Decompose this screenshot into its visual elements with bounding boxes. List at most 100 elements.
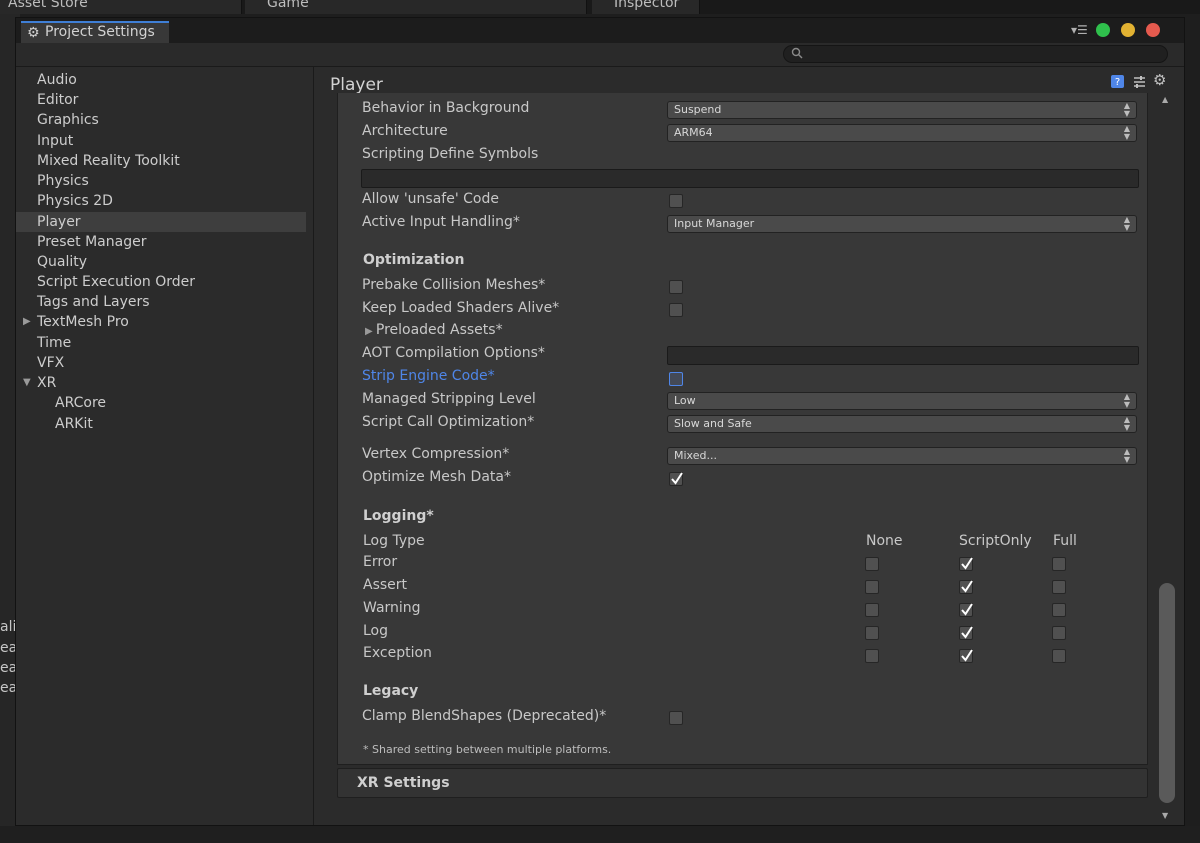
checkmark-icon	[961, 626, 973, 639]
prebake-collision-meshes-label: Prebake Collision Meshes*	[362, 277, 546, 293]
triangle-right-icon[interactable]: ▶	[23, 312, 31, 332]
exception-scriptonly-checkbox[interactable]	[959, 649, 973, 663]
sidebar-item-label: Editor	[37, 92, 79, 108]
sidebar-item-player[interactable]: Player	[16, 212, 306, 232]
vertex-compression-dropdown[interactable]: Mixed... ▲ ▼	[667, 447, 1137, 465]
aot-compilation-options-field[interactable]	[667, 346, 1139, 365]
preloaded-assets-label: Preloaded Assets*	[375, 322, 503, 338]
managed-stripping-level-label: Managed Stripping Level	[362, 391, 536, 407]
dropdown-arrows-icon: ▲ ▼	[1123, 447, 1130, 464]
sidebar-item-physics[interactable]: Physics	[16, 171, 306, 191]
xr-settings-section[interactable]: XR Settings	[337, 768, 1148, 798]
sidebar-item-quality[interactable]: Quality	[16, 252, 306, 272]
dropdown-value: Mixed...	[674, 449, 717, 462]
sidebar-item-physics-2d[interactable]: Physics 2D	[16, 191, 306, 211]
error-full-checkbox[interactable]	[1052, 557, 1066, 571]
dropdown-value: Input Manager	[674, 217, 755, 230]
scroll-down-icon[interactable]: ▼	[1162, 811, 1168, 820]
log-row-exception-label: Exception	[363, 645, 432, 661]
error-none-checkbox[interactable]	[865, 557, 879, 571]
settings-gear-icon: ⚙	[27, 25, 40, 41]
clamp-blendshapes-label: Clamp BlendShapes (Deprecated)*	[362, 708, 607, 724]
help-book-icon[interactable]: ?	[1110, 74, 1125, 89]
keep-loaded-shaders-checkbox[interactable]	[669, 303, 683, 317]
sidebar-item-label: Audio	[37, 72, 77, 88]
exception-full-checkbox[interactable]	[1052, 649, 1066, 663]
sidebar-item-label: ARKit	[55, 416, 93, 432]
maximize-button[interactable]	[1096, 23, 1110, 37]
column-header-full: Full	[1053, 533, 1077, 549]
settings-sidebar: Audio Editor Graphics Input Mixed Realit…	[16, 67, 314, 825]
sidebar-item-graphics[interactable]: Graphics	[16, 110, 306, 130]
exception-none-checkbox[interactable]	[865, 649, 879, 663]
strip-engine-code-checkbox[interactable]	[669, 372, 683, 386]
error-scriptonly-checkbox[interactable]	[959, 557, 973, 571]
log-full-checkbox[interactable]	[1052, 626, 1066, 640]
dropdown-value: Slow and Safe	[674, 417, 752, 430]
managed-stripping-level-dropdown[interactable]: Low ▲ ▼	[667, 392, 1137, 410]
warning-none-checkbox[interactable]	[865, 603, 879, 617]
sidebar-item-arcore[interactable]: ARCore	[16, 393, 306, 413]
scrollbar-thumb[interactable]	[1159, 583, 1175, 803]
triangle-down-icon[interactable]: ▼	[23, 373, 31, 393]
optimize-mesh-data-checkbox[interactable]	[669, 472, 683, 486]
assert-scriptonly-checkbox[interactable]	[959, 580, 973, 594]
legacy-heading: Legacy	[363, 683, 419, 699]
sidebar-item-preset-manager[interactable]: Preset Manager	[16, 232, 306, 252]
sidebar-item-editor[interactable]: Editor	[16, 90, 306, 110]
minimize-button[interactable]	[1121, 23, 1135, 37]
settings-cog-icon[interactable]: ⚙	[1153, 71, 1166, 89]
checkmark-icon	[961, 603, 973, 616]
window-menu-icon[interactable]: ▾☰	[1071, 23, 1088, 37]
sidebar-item-label: Tags and Layers	[37, 294, 150, 310]
log-none-checkbox[interactable]	[865, 626, 879, 640]
prebake-collision-meshes-checkbox[interactable]	[669, 280, 683, 294]
sidebar-item-tags-and-layers[interactable]: Tags and Layers	[16, 292, 306, 312]
presets-sliders-icon[interactable]	[1132, 74, 1147, 89]
sidebar-item-xr[interactable]: ▼ XR	[16, 373, 306, 393]
log-row-log-label: Log	[363, 623, 389, 639]
background-text: ali	[0, 619, 17, 635]
project-settings-tab[interactable]: ⚙ Project Settings	[21, 21, 169, 43]
sidebar-item-mixed-reality-toolkit[interactable]: Mixed Reality Toolkit	[16, 151, 306, 171]
project-settings-window: ⚙ Project Settings ▾☰ Audio Editor Graph…	[15, 17, 1185, 826]
settings-search-input[interactable]	[783, 45, 1168, 63]
sidebar-item-arkit[interactable]: ARKit	[16, 414, 306, 434]
script-call-optimization-label: Script Call Optimization*	[362, 414, 535, 430]
optimize-mesh-data-label: Optimize Mesh Data*	[362, 469, 511, 485]
architecture-label: Architecture	[362, 123, 448, 139]
assert-full-checkbox[interactable]	[1052, 580, 1066, 594]
inspector-tab-label: Inspector	[614, 0, 680, 11]
allow-unsafe-code-checkbox[interactable]	[669, 194, 683, 208]
architecture-dropdown[interactable]: ARM64 ▲ ▼	[667, 124, 1137, 142]
behavior-in-background-dropdown[interactable]: Suspend ▲ ▼	[667, 101, 1137, 119]
sidebar-item-textmesh-pro[interactable]: ▶ TextMesh Pro	[16, 312, 306, 332]
sidebar-item-audio[interactable]: Audio	[16, 70, 306, 90]
vertex-compression-label: Vertex Compression*	[362, 446, 510, 462]
aot-compilation-options-label: AOT Compilation Options*	[362, 345, 545, 361]
log-type-label: Log Type	[363, 533, 425, 549]
sidebar-item-vfx[interactable]: VFX	[16, 353, 306, 373]
dropdown-value: ARM64	[674, 126, 713, 139]
scroll-up-icon[interactable]: ▲	[1162, 95, 1168, 104]
assert-none-checkbox[interactable]	[865, 580, 879, 594]
sidebar-item-input[interactable]: Input	[16, 131, 306, 151]
asset-store-tab[interactable]: Asset Store	[0, 0, 242, 14]
warning-full-checkbox[interactable]	[1052, 603, 1066, 617]
log-scriptonly-checkbox[interactable]	[959, 626, 973, 640]
dropdown-value: Low	[674, 394, 696, 407]
sidebar-item-script-execution-order[interactable]: Script Execution Order	[16, 272, 306, 292]
warning-scriptonly-checkbox[interactable]	[959, 603, 973, 617]
active-input-handling-dropdown[interactable]: Input Manager ▲ ▼	[667, 215, 1137, 233]
script-call-optimization-dropdown[interactable]: Slow and Safe ▲ ▼	[667, 415, 1137, 433]
xr-settings-label: XR Settings	[357, 775, 450, 791]
game-tab[interactable]: Game	[245, 0, 587, 14]
content-scrollbar[interactable]: ▲ ▼	[1158, 93, 1176, 823]
triangle-right-icon: ▶	[365, 326, 376, 337]
scripting-define-symbols-field[interactable]	[361, 169, 1139, 188]
close-button[interactable]	[1146, 23, 1160, 37]
sidebar-item-time[interactable]: Time	[16, 333, 306, 353]
preloaded-assets-foldout[interactable]: ▶ Preloaded Assets*	[365, 322, 503, 338]
clamp-blendshapes-checkbox[interactable]	[669, 711, 683, 725]
inspector-tab[interactable]: Inspector	[592, 0, 700, 14]
